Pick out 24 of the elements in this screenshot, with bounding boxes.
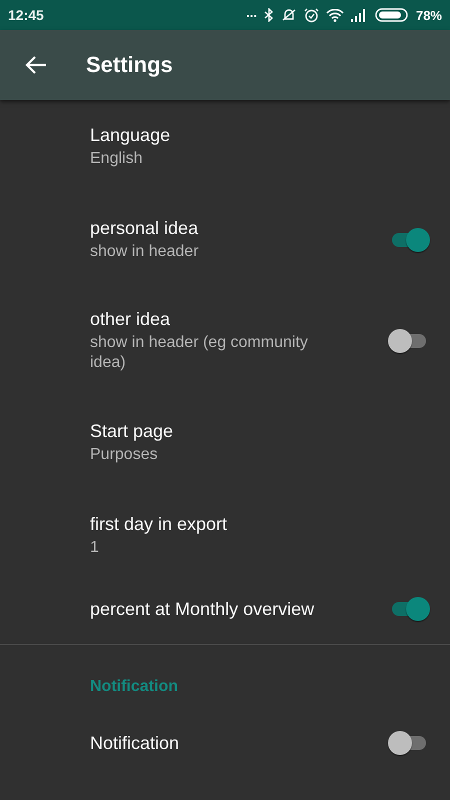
setting-summary: show in header xyxy=(90,242,200,262)
setting-summary: Purposes xyxy=(90,444,159,464)
setting-summary: 1 xyxy=(90,538,100,558)
setting-title[interactable]: Notification xyxy=(90,732,338,754)
battery-icon xyxy=(374,8,409,22)
muted-bell-icon xyxy=(280,8,297,22)
clock: 12:45 xyxy=(8,7,44,23)
setting-summary: show in header (eg community idea) xyxy=(90,333,309,373)
section-header: Notification xyxy=(89,677,179,697)
setting-title[interactable]: Start page xyxy=(90,420,376,442)
more-notifications: ... xyxy=(246,6,257,22)
setting-title[interactable]: percent at Monthly overview xyxy=(90,598,338,620)
setting-title[interactable]: Language xyxy=(90,124,376,146)
setting-title[interactable]: other idea xyxy=(90,309,338,330)
back-arrow-icon xyxy=(25,55,47,75)
setting-summary: English xyxy=(90,148,144,168)
setting-title[interactable]: personal idea xyxy=(90,218,338,238)
setting-title[interactable]: first day in export xyxy=(90,514,376,534)
screen-title: Settings xyxy=(86,52,173,78)
bluetooth-icon xyxy=(264,8,274,22)
battery-percent: 78% xyxy=(416,8,442,22)
wifi-icon xyxy=(326,8,344,22)
alarm-icon xyxy=(304,8,319,22)
signal-icon xyxy=(350,8,368,22)
